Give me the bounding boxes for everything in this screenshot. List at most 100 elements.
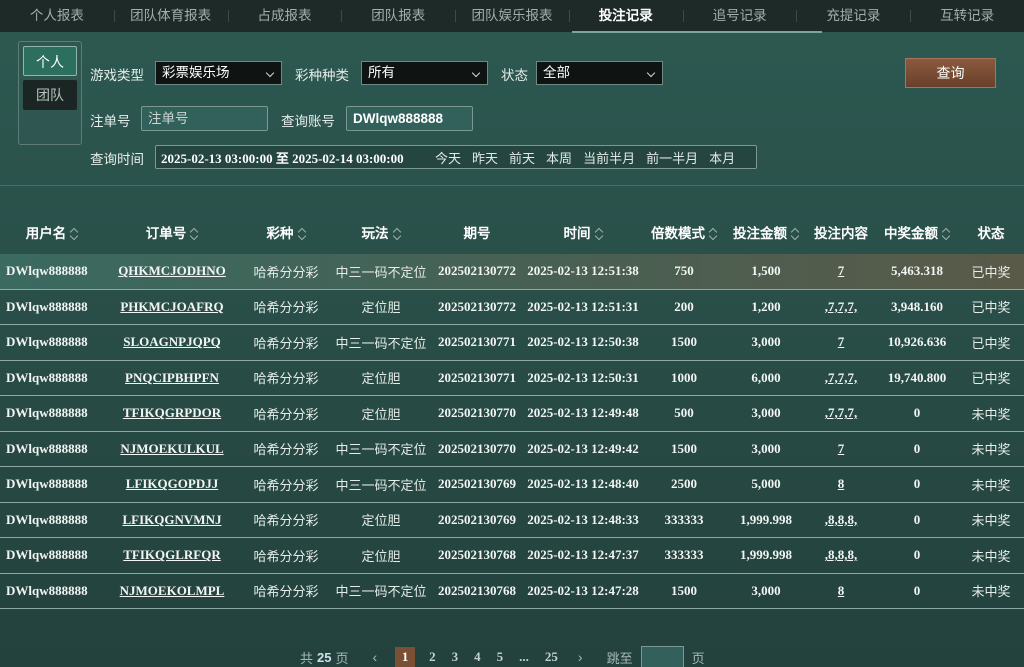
cell-bet-content[interactable]: 8 (806, 583, 876, 599)
cell-play: 中三一码不定位 (335, 584, 427, 600)
cell-order-no[interactable]: LFIKQGOPDJJ (104, 476, 240, 492)
cell-order-no[interactable]: TFIKQGLRFQR (104, 547, 240, 563)
cell-status: 未中奖 (971, 406, 1011, 422)
col-lottery[interactable]: 彩种 (240, 222, 332, 242)
cell-order-no[interactable]: NJMOEKOLMPL (104, 583, 240, 599)
scope-team-button[interactable]: 团队 (23, 80, 77, 110)
col-header-label: 投注内容 (814, 226, 868, 241)
col-username[interactable]: 用户名 (0, 222, 104, 242)
lottery-type-select[interactable]: 所有 (361, 61, 488, 85)
cell-time: 2025-02-13 12:51:38 (527, 263, 639, 279)
tab-personal-report[interactable]: 个人报表 (0, 0, 114, 32)
cell-win-amount: 5,463.318 (891, 263, 943, 279)
order-no-label: 注单号 (90, 114, 131, 129)
quick-range-this-week[interactable]: 本周 (546, 148, 572, 167)
cell-bet-content[interactable]: 7 (806, 263, 876, 279)
cell-order-no[interactable]: NJMOEKULKUL (104, 441, 240, 457)
cell-lottery: 哈希分分彩 (253, 335, 319, 351)
tab-team-sports-report[interactable]: 团队体育报表 (113, 0, 228, 32)
cell-order-no[interactable]: QHKMCJODHNO (104, 263, 240, 279)
col-bet-amount[interactable]: 投注金额 (726, 222, 806, 242)
col-win-amount[interactable]: 中奖金额 (876, 222, 958, 242)
sort-icon[interactable] (942, 228, 950, 240)
cell-order-no[interactable]: PNQCIPBHPFN (104, 370, 240, 386)
status-select[interactable]: 全部 (536, 61, 663, 85)
prev-page-button[interactable]: ‹ (373, 649, 378, 665)
jump-page-input[interactable] (640, 646, 684, 667)
query-button[interactable]: 查询 (905, 58, 996, 88)
sort-icon[interactable] (709, 228, 717, 240)
col-time[interactable]: 时间 (524, 222, 642, 242)
sort-icon[interactable] (393, 228, 401, 240)
cell-bet-content[interactable]: ,7,7,7, (806, 405, 876, 421)
col-multiplier[interactable]: 倍数模式 (642, 222, 726, 242)
cell-bet-content[interactable]: ,8,8,8, (806, 512, 876, 528)
sort-icon[interactable] (190, 228, 198, 240)
cell-multiplier: 1500 (671, 440, 697, 456)
order-no-input[interactable]: 注单号 (141, 106, 268, 131)
col-issue: 期号 (430, 222, 524, 242)
cell-win-amount: 0 (913, 547, 921, 563)
page-button-25[interactable]: 25 (545, 649, 558, 665)
page-button-1[interactable]: 1 (395, 647, 416, 667)
quick-range-yesterday[interactable]: 昨天 (472, 148, 498, 167)
cell-win-amount: 19,740.800 (887, 369, 947, 385)
cell-order-no[interactable]: LFIKQGNVMNJ (104, 512, 240, 528)
scope-personal-button[interactable]: 个人 (23, 46, 77, 76)
quick-range-previous-half-month[interactable]: 前一半月 (646, 148, 698, 167)
sort-icon[interactable] (70, 228, 78, 240)
col-order-no[interactable]: 订单号 (104, 222, 240, 242)
tab-bet-records[interactable]: 投注记录 (568, 0, 683, 32)
cell-order-no[interactable]: SLOAGNPJQPQ (104, 334, 240, 350)
cell-lottery: 哈希分分彩 (253, 477, 319, 493)
cell-play: 定位胆 (361, 406, 401, 422)
page-button-4[interactable]: 4 (474, 649, 481, 665)
cell-status: 已中奖 (971, 335, 1011, 351)
jump-label: 跳至 (606, 650, 633, 666)
cell-status: 未中奖 (971, 513, 1011, 529)
col-header-label: 用户名 (25, 226, 67, 241)
cell-username: DWlqw888888 (6, 369, 88, 385)
cell-bet-amount: 1,999.998 (740, 547, 792, 563)
page-button-5[interactable]: 5 (497, 649, 504, 665)
lottery-type-value: 所有 (368, 65, 395, 80)
cell-order-no[interactable]: TFIKQGRPDOR (104, 405, 240, 421)
table-row: DWlqw888888 QHKMCJODHNO 哈希分分彩 中三一码不定位 202502… (0, 254, 1024, 290)
cell-bet-content[interactable]: ,7,7,7, (806, 299, 876, 315)
next-page-button[interactable]: › (578, 649, 583, 665)
quick-range-day-before[interactable]: 前天 (509, 148, 535, 167)
page-button-2[interactable]: 2 (429, 649, 436, 665)
cell-play: 中三一码不定位 (335, 335, 427, 351)
cell-bet-content[interactable]: 7 (806, 441, 876, 457)
tab-chase-records[interactable]: 追号记录 (682, 0, 797, 32)
cell-issue: 202502130770 (438, 405, 516, 421)
tab-team-entertainment-report[interactable]: 团队娱乐报表 (455, 0, 569, 32)
sort-icon[interactable] (595, 228, 603, 240)
sort-icon[interactable] (791, 228, 799, 240)
page-button-3[interactable]: 3 (452, 649, 459, 665)
cell-time: 2025-02-13 12:48:33 (527, 511, 639, 527)
table-row: DWlqw888888 NJMOEKOLMPL 哈希分分彩 中三一码不定位 202502… (0, 574, 1024, 609)
quick-range-current-half-month[interactable]: 当前半月 (583, 148, 635, 167)
sort-icon[interactable] (298, 228, 306, 240)
cell-username: DWlqw888888 (6, 334, 88, 350)
cell-bet-content[interactable]: 7 (806, 334, 876, 350)
tab-team-report[interactable]: 团队报表 (341, 0, 455, 32)
tab-share-report[interactable]: 占成报表 (227, 0, 342, 32)
cell-bet-content[interactable]: ,7,7,7, (806, 370, 876, 386)
quick-range-today[interactable]: 今天 (435, 148, 461, 167)
account-input[interactable]: DWlqw888888 (346, 106, 473, 131)
cell-bet-content[interactable]: 8 (806, 476, 876, 492)
tab-deposit-withdraw-records[interactable]: 充提记录 (796, 0, 910, 32)
total-pages: 25 (317, 649, 332, 665)
quick-range-this-month[interactable]: 本月 (709, 148, 735, 167)
cell-order-no[interactable]: PHKMCJOAFRQ (104, 299, 240, 315)
tab-transfer-records[interactable]: 互转记录 (910, 0, 1024, 32)
game-type-select[interactable]: 彩票娱乐场 (155, 61, 282, 85)
cell-issue: 202502130770 (438, 440, 516, 456)
time-range-input[interactable]: 2025-02-13 03:00:00 至 2025-02-14 03:00:0… (156, 148, 424, 167)
cell-bet-content[interactable]: ,8,8,8, (806, 547, 876, 563)
cell-bet-amount: 1,999.998 (740, 511, 792, 527)
col-play[interactable]: 玩法 (332, 222, 430, 242)
cell-username: DWlqw888888 (6, 440, 88, 456)
